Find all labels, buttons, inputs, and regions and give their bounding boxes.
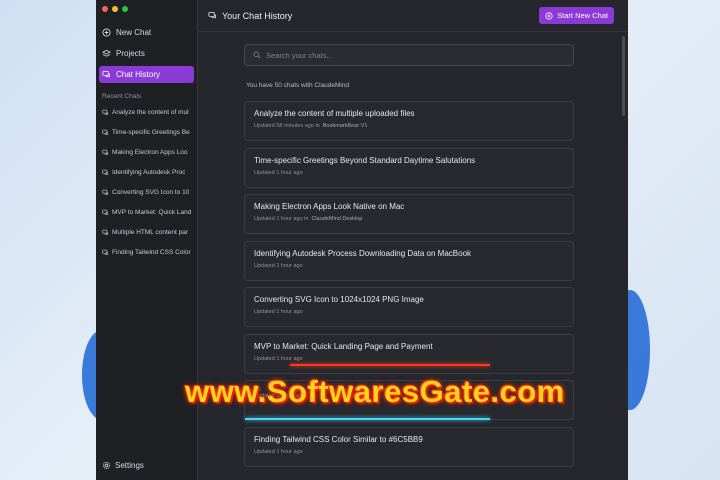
sidebar-item-label: Chat History [116, 70, 161, 79]
chat-count-summary: You have 50 chats with ClaudeMind [246, 82, 350, 89]
chat-bubbles-icon [208, 11, 216, 19]
search-input[interactable] [266, 50, 565, 60]
chat-card[interactable]: Time-specific Greetings Beyond Standard … [244, 147, 574, 188]
page-title: Your Chat History [208, 11, 292, 21]
recent-chat-item[interactable]: Identifying Autodesk Proc [99, 166, 194, 179]
recent-chat-item[interactable]: Analyze the content of mul [99, 106, 194, 119]
recent-chats-heading: Recent Chats [102, 93, 142, 100]
header: Your Chat History Start New Chat [198, 0, 628, 32]
window-controls [102, 6, 128, 12]
chat-meta: Updated 1 hour ago [254, 170, 564, 176]
recent-chat-title: Analyze the content of mul [112, 109, 189, 116]
page-title-text: Your Chat History [222, 10, 293, 21]
chat-updated: Updated 1 hour ago [254, 262, 303, 269]
chat-meta: Updated 1 hour ago in ClaudeMind Desktop [254, 216, 564, 222]
plus-circle-icon [545, 11, 553, 20]
minimize-window-button[interactable] [112, 6, 118, 12]
chat-title: Making Electron Apps Look Native on Mac [254, 202, 405, 211]
plus-circle-icon [102, 28, 111, 37]
chat-title: Finding Tailwind CSS Color Similar to #6… [254, 434, 423, 444]
chat-title: MVP to Market: Quick Landing Page and Pa… [254, 341, 433, 351]
search-box [244, 44, 574, 66]
layers-icon [102, 49, 111, 57]
sidebar-item-label: Projects [116, 49, 145, 58]
chat-title: Time-specific Greetings Beyond Standard … [254, 155, 476, 165]
sidebar-item-chat-history[interactable]: Chat History [99, 66, 194, 83]
settings-button[interactable]: Settings [102, 461, 144, 470]
chat-meta: Updated 1 hour ago [254, 309, 564, 315]
chat-title: Identifying Autodesk Process Downloading… [254, 248, 472, 258]
chat-card[interactable]: Identifying Autodesk Process Downloading… [244, 240, 574, 281]
chat-updated: Updated 1 hour ago [254, 355, 303, 362]
chat-project[interactable]: BookmarkBear V1 [323, 123, 368, 129]
chat-updated: Updated 58 minutes ago in [254, 123, 320, 129]
start-new-chat-button[interactable]: Start New Chat [539, 7, 614, 24]
chat-title: Converting SVG Icon to 1024x1024 PNG Ima… [254, 295, 424, 304]
start-new-chat-label: Start New Chat [557, 11, 608, 20]
chat-bubbles-icon [102, 109, 109, 115]
chat-card[interactable]: Making Electron Apps Look Native on Mac … [244, 194, 574, 234]
chat-meta: Updated 58 minutes ago in BookmarkBear V… [254, 123, 564, 129]
chat-card[interactable]: Finding Tailwind CSS Color Similar to #6… [244, 426, 574, 467]
chat-meta: Updated 1 hour ago [254, 263, 564, 269]
recent-chat-item[interactable]: Multiple HTML content par [99, 226, 194, 239]
watermark-underline-top [290, 364, 490, 366]
sidebar-item-label: New Chat [116, 28, 152, 37]
chat-meta: Updated 1 hour ago [254, 449, 564, 455]
chat-project[interactable]: ClaudeMind Desktop [311, 216, 362, 222]
recent-chat-title: Finding Tailwind CSS Color [112, 249, 191, 256]
settings-label: Settings [115, 461, 144, 470]
chat-card[interactable]: Converting SVG Icon to 1024x1024 PNG Ima… [244, 287, 574, 327]
chat-updated: Updated 1 hour ago [254, 309, 303, 315]
recent-chat-item[interactable]: Finding Tailwind CSS Color [99, 246, 194, 259]
chat-bubbles-icon [102, 129, 109, 135]
recent-chat-item[interactable]: MVP to Market: Quick Land [99, 206, 194, 219]
recent-chat-item[interactable]: Making Electron Apps Loo [99, 146, 194, 159]
sidebar-item-new-chat[interactable]: New Chat [99, 24, 194, 41]
chat-updated: Updated 1 hour ago in [254, 216, 309, 222]
chat-title: Analyze the content of multiple uploaded… [254, 109, 415, 118]
chat-bubbles-icon [102, 70, 110, 78]
chat-bubbles-icon [102, 149, 109, 155]
close-window-button[interactable] [102, 6, 108, 12]
sidebar-item-projects[interactable]: Projects [99, 45, 194, 62]
recent-chat-title: MVP to Market: Quick Land [112, 209, 191, 216]
recent-chat-title: Time-specific Greetings Be [112, 129, 190, 136]
recent-chat-item[interactable]: Time-specific Greetings Be [99, 126, 194, 139]
gear-icon [102, 461, 111, 470]
chat-bubbles-icon [102, 249, 109, 255]
chat-meta: Updated 1 hour ago [254, 356, 564, 362]
chat-card[interactable]: Analyze the content of multiple uploaded… [244, 101, 574, 141]
recent-chat-title: Identifying Autodesk Proc [112, 169, 186, 176]
chat-updated: Updated 1 hour ago [254, 448, 303, 455]
watermark-text: www.SoftwaresGate.com [185, 374, 565, 409]
chat-bubbles-icon [102, 169, 109, 175]
maximize-window-button[interactable] [122, 6, 128, 12]
recent-chat-title: Making Electron Apps Loo [112, 149, 188, 156]
search-icon [253, 51, 261, 59]
recent-chat-title: Multiple HTML content par [112, 229, 188, 236]
watermark-underline-bottom [245, 418, 490, 420]
chat-bubbles-icon [102, 229, 109, 235]
recent-chat-title: Converting SVG Icon to 10 [112, 189, 190, 196]
chat-card[interactable]: MVP to Market: Quick Landing Page and Pa… [244, 333, 574, 374]
chat-bubbles-icon [102, 189, 109, 195]
chat-updated: Updated 1 hour ago [254, 169, 303, 176]
recent-chat-item[interactable]: Converting SVG Icon to 10 [99, 186, 194, 199]
scrollbar-thumb[interactable] [622, 36, 625, 116]
chat-bubbles-icon [102, 209, 109, 215]
